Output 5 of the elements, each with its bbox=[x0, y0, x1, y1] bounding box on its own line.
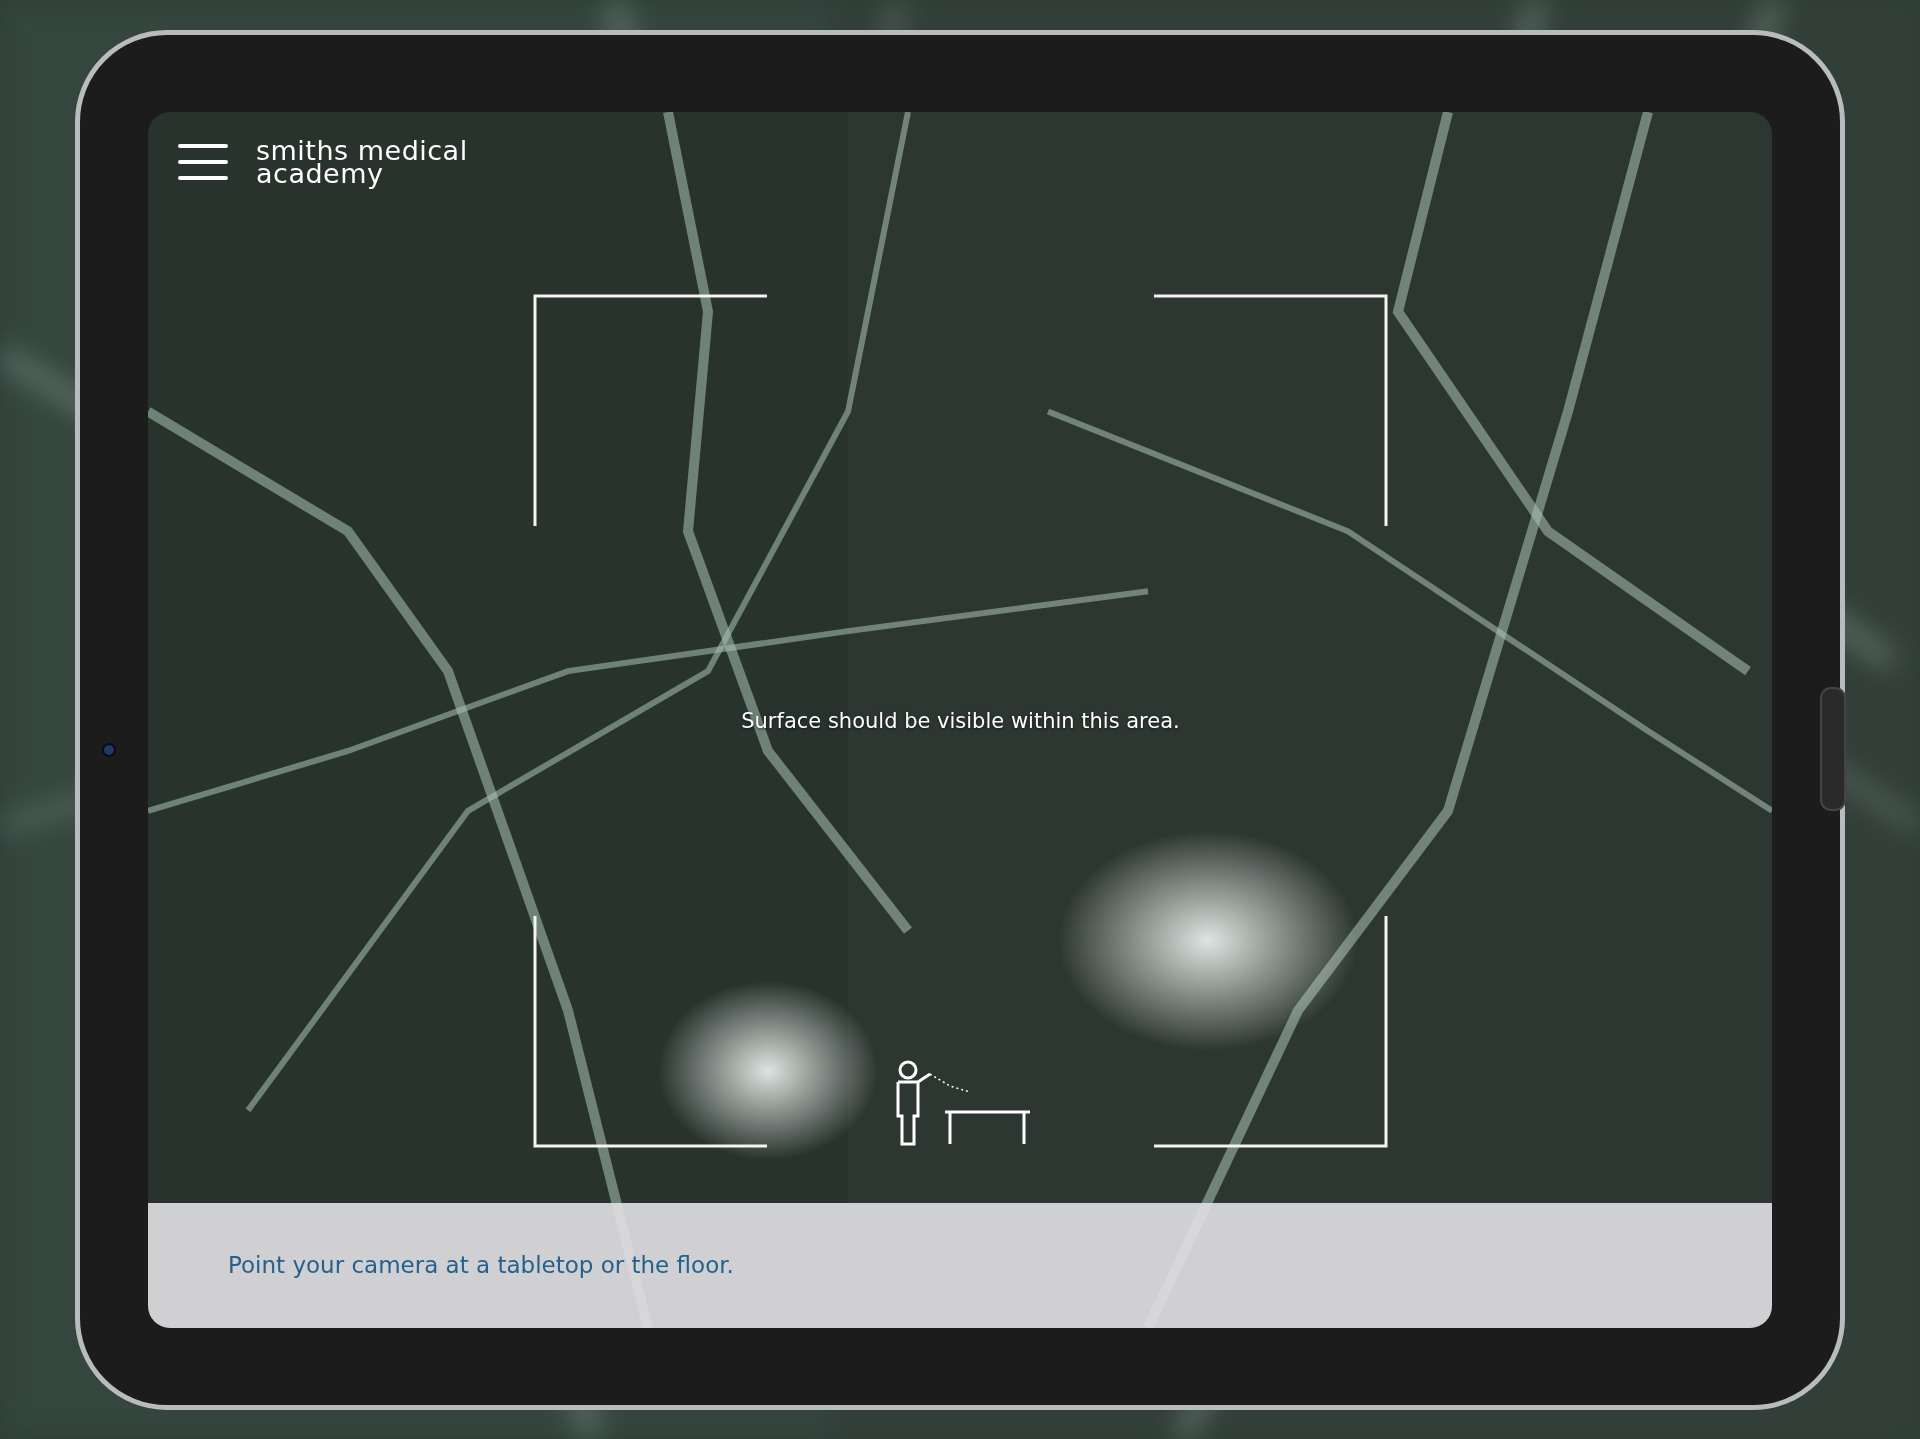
scan-hint: Surface should be visible within this area. bbox=[741, 708, 1180, 733]
camera-lens-icon bbox=[102, 742, 116, 757]
instruction-text: Point your camera at a tabletop or the floor. bbox=[228, 1252, 734, 1278]
menu-icon bbox=[178, 141, 228, 182]
menu-button[interactable] bbox=[178, 141, 228, 182]
